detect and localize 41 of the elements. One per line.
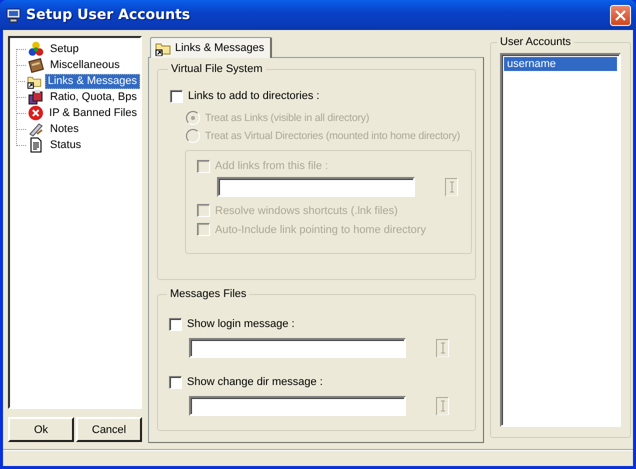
checkbox-label: Auto-Include link pointing to home directory bbox=[215, 224, 426, 236]
book-icon bbox=[28, 57, 44, 73]
computer-icon bbox=[6, 8, 21, 22]
checkbox[interactable] bbox=[169, 376, 182, 388]
group-title: User Accounts bbox=[499, 36, 572, 48]
checkbox-label: Links to add to directories : bbox=[188, 90, 320, 102]
tree-item[interactable]: Links & Messages bbox=[44, 74, 140, 88]
disks-icon bbox=[28, 89, 44, 105]
radio-label: Treat as Links (visible in all directory) bbox=[205, 112, 370, 124]
quill-icon bbox=[28, 121, 44, 137]
close-icon bbox=[613, 8, 628, 22]
input-field[interactable] bbox=[217, 177, 415, 197]
group-title: Messages Files bbox=[169, 288, 248, 300]
input-field[interactable] bbox=[189, 338, 406, 358]
tab[interactable]: Links & Messages bbox=[150, 37, 272, 58]
list-item[interactable]: username bbox=[504, 57, 617, 71]
input-field[interactable] bbox=[189, 396, 406, 416]
checkbox[interactable] bbox=[170, 90, 183, 102]
tree-item[interactable]: Setup bbox=[47, 42, 82, 56]
checkbox[interactable] bbox=[169, 318, 182, 330]
checkbox-label: Show change dir message : bbox=[187, 376, 323, 388]
document-icon bbox=[28, 137, 44, 153]
tree-item[interactable]: IP & Banned Files bbox=[46, 106, 140, 120]
dialog-button[interactable]: Cancel bbox=[76, 417, 142, 442]
checkbox-label: Add links from this file : bbox=[215, 160, 328, 172]
tree-item[interactable]: Ratio, Quota, Bps bbox=[47, 90, 140, 104]
tree-item[interactable]: Status bbox=[47, 138, 84, 152]
text-cursor-icon bbox=[436, 397, 449, 415]
text-cursor-icon bbox=[436, 339, 449, 357]
close-button[interactable] bbox=[610, 4, 631, 26]
tree-item[interactable]: Miscellaneous bbox=[47, 58, 123, 72]
tree-item[interactable]: Notes bbox=[47, 122, 82, 136]
text-cursor-icon bbox=[445, 178, 458, 196]
window-title: Setup User Accounts bbox=[26, 7, 192, 23]
dialog-button[interactable]: Ok bbox=[8, 417, 74, 442]
radio-label: Treat as Virtual Directories (mounted into home directory) bbox=[205, 130, 460, 142]
group-title: Virtual File System bbox=[170, 63, 264, 75]
checkbox-label: Show login message : bbox=[187, 318, 295, 330]
error-icon bbox=[28, 105, 44, 121]
checkbox-label: Resolve windows shortcuts (.lnk files) bbox=[215, 204, 398, 216]
balls-icon bbox=[28, 41, 44, 57]
